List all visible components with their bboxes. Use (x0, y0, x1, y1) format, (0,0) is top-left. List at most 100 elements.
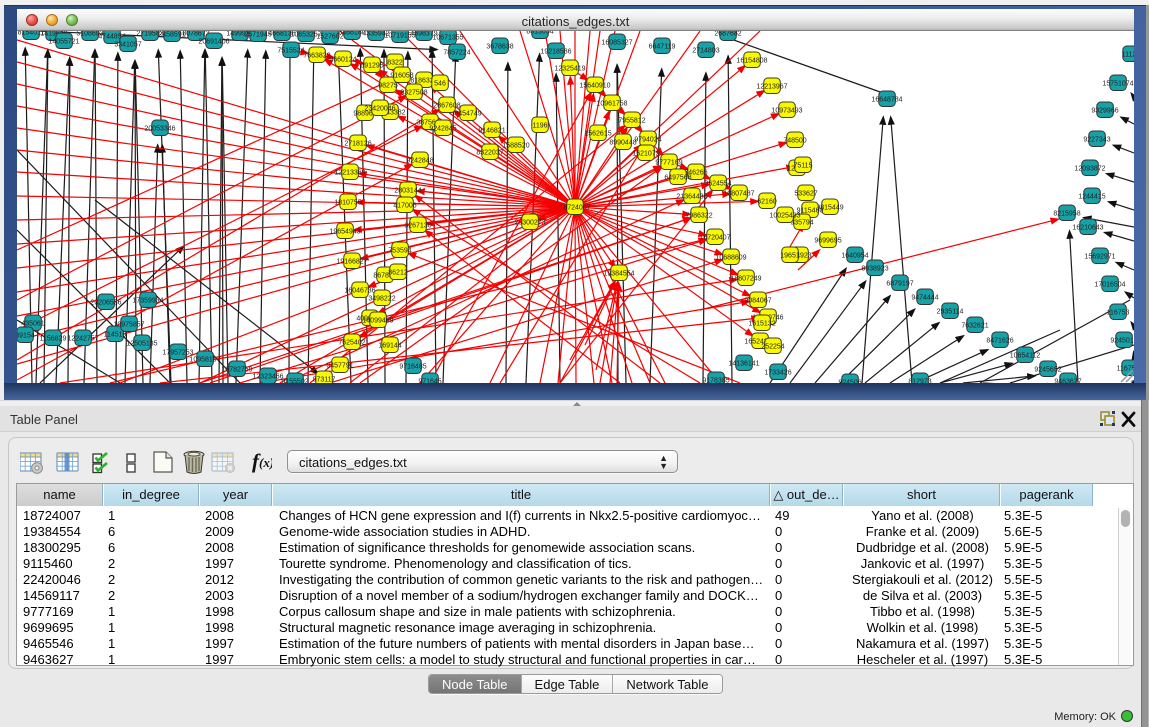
svg-text:75115: 75115 (794, 163, 813, 170)
svg-text:9242845: 9242845 (429, 126, 456, 133)
svg-text:546: 546 (434, 81, 446, 88)
svg-text:8938923: 8938923 (861, 266, 888, 273)
svg-text:19651: 19651 (780, 253, 800, 260)
svg-text:14136141: 14136141 (728, 361, 759, 368)
svg-text:417006: 417006 (393, 203, 416, 210)
svg-text:3498222: 3498222 (368, 296, 395, 303)
svg-text:23420046: 23420046 (364, 106, 395, 113)
svg-text:12323466: 12323466 (252, 374, 283, 381)
svg-text:1244415: 1244415 (1078, 194, 1105, 201)
svg-text:12325419: 12325419 (554, 66, 585, 73)
svg-text:39154: 39154 (17, 333, 35, 340)
svg-text:7955812: 7955812 (618, 118, 645, 125)
svg-text:9463627: 9463627 (1054, 379, 1081, 384)
svg-text:1562615: 1562615 (584, 131, 611, 138)
svg-text:9716485: 9716485 (399, 364, 426, 371)
svg-text:10961758: 10961758 (596, 101, 627, 108)
svg-text:12242757: 12242757 (67, 336, 98, 343)
svg-text:3341057: 3341057 (114, 42, 141, 49)
svg-text:16154808: 16154808 (736, 58, 767, 65)
svg-text:8471626: 8471626 (986, 338, 1013, 345)
svg-text:116753: 116753 (1107, 310, 1130, 317)
svg-text:8813054: 8813054 (526, 31, 553, 36)
svg-text:9245652: 9245652 (1034, 367, 1061, 374)
svg-text:3678638: 3678638 (486, 44, 513, 51)
svg-text:19166827: 19166827 (336, 259, 367, 266)
svg-text:7857224: 7857224 (443, 50, 470, 57)
svg-text:2867608: 2867608 (433, 103, 460, 110)
svg-text:16648784: 16648784 (871, 97, 902, 104)
svg-text:12505135: 12505135 (126, 341, 157, 348)
svg-text:20691406: 20691406 (198, 39, 229, 46)
svg-text:10671355: 10671355 (432, 35, 463, 42)
svg-text:533627: 533627 (794, 191, 817, 198)
svg-text:114519: 114519 (104, 332, 127, 339)
svg-text:1640954: 1640954 (841, 253, 868, 260)
svg-text:9242848: 9242848 (406, 158, 433, 165)
svg-text:7663822: 7663822 (303, 53, 330, 60)
svg-text:15640910: 15640910 (579, 83, 610, 90)
svg-text:9227343: 9227343 (1083, 137, 1110, 144)
svg-text:17016504: 17016504 (1094, 282, 1125, 289)
svg-text:9660124: 9660124 (329, 57, 356, 64)
svg-text:1621072: 1621072 (632, 151, 659, 158)
svg-text:25300273: 25300273 (514, 220, 545, 227)
svg-text:924506: 924506 (838, 380, 861, 384)
svg-text:19218586: 19218586 (540, 49, 571, 56)
svg-text:20206536: 20206536 (90, 300, 121, 307)
svg-text:9115460: 9115460 (797, 208, 824, 215)
svg-text:1156829: 1156829 (40, 336, 67, 343)
svg-text:8990448: 8990448 (609, 140, 636, 147)
svg-text:2687682: 2687682 (714, 31, 741, 38)
svg-text:98275: 98275 (378, 83, 398, 90)
svg-text:14055721: 14055721 (48, 39, 79, 46)
svg-text:7625402: 7625402 (338, 340, 365, 347)
svg-text:891295: 891295 (360, 63, 383, 70)
svg-text:15692971: 15692971 (1084, 254, 1115, 261)
svg-text:7515524: 7515524 (277, 48, 304, 55)
svg-text:11120: 11120 (1122, 52, 1134, 59)
svg-text:1196: 1196 (532, 123, 547, 130)
svg-text:17359934: 17359934 (132, 298, 163, 305)
svg-text:435061: 435061 (21, 321, 44, 328)
svg-text:10688609: 10688609 (715, 255, 746, 262)
svg-text:15751074: 15751074 (1102, 81, 1133, 88)
svg-text:7632621: 7632621 (961, 323, 988, 330)
svg-text:3267130: 3267130 (404, 223, 431, 230)
svg-text:1733426: 1733426 (764, 370, 791, 377)
svg-text:9329966: 9329966 (1091, 108, 1118, 115)
svg-text:169144: 169144 (378, 343, 401, 350)
svg-text:2714803: 2714803 (692, 48, 719, 55)
svg-text:16210643: 16210643 (1072, 225, 1103, 232)
svg-text:62160: 62160 (757, 199, 777, 206)
svg-text:7986322: 7986322 (685, 213, 712, 220)
svg-text:812973: 812973 (908, 379, 931, 384)
svg-text:20053346: 20053346 (144, 126, 175, 133)
svg-text:748500: 748500 (783, 138, 806, 145)
svg-text:19384554: 19384554 (603, 271, 634, 278)
svg-text:6497568: 6497568 (664, 175, 691, 182)
svg-text:8454749: 8454749 (454, 111, 481, 118)
svg-text:12213369: 12213369 (334, 170, 365, 177)
svg-text:252254: 252254 (761, 344, 784, 351)
svg-text:16720407: 16720407 (699, 235, 730, 242)
svg-text:(x): (x) (259, 455, 272, 470)
svg-text:9178385: 9178385 (702, 378, 729, 384)
svg-text:935794: 935794 (790, 220, 813, 227)
svg-text:12093872: 12093872 (1074, 166, 1105, 173)
svg-text:1615132: 1615132 (748, 321, 775, 328)
svg-text:10975857: 10975857 (113, 322, 144, 329)
svg-text:2803144: 2803144 (394, 188, 421, 195)
svg-text:9474444: 9474444 (911, 295, 938, 302)
svg-text:10958107: 10958107 (189, 357, 220, 364)
svg-text:21364436: 21364436 (676, 194, 707, 201)
svg-text:8215958: 8215958 (1053, 211, 1080, 218)
svg-text:9777169: 9777169 (655, 160, 682, 167)
svg-text:753594: 753594 (388, 248, 411, 255)
svg-text:9699695: 9699695 (814, 238, 841, 245)
svg-text:18807249: 18807249 (730, 276, 761, 283)
svg-text:10025433: 10025433 (769, 213, 800, 220)
svg-text:9457791: 9457791 (326, 363, 353, 370)
svg-text:9245012: 9245012 (1110, 338, 1134, 345)
svg-text:9327508: 9327508 (400, 90, 427, 97)
